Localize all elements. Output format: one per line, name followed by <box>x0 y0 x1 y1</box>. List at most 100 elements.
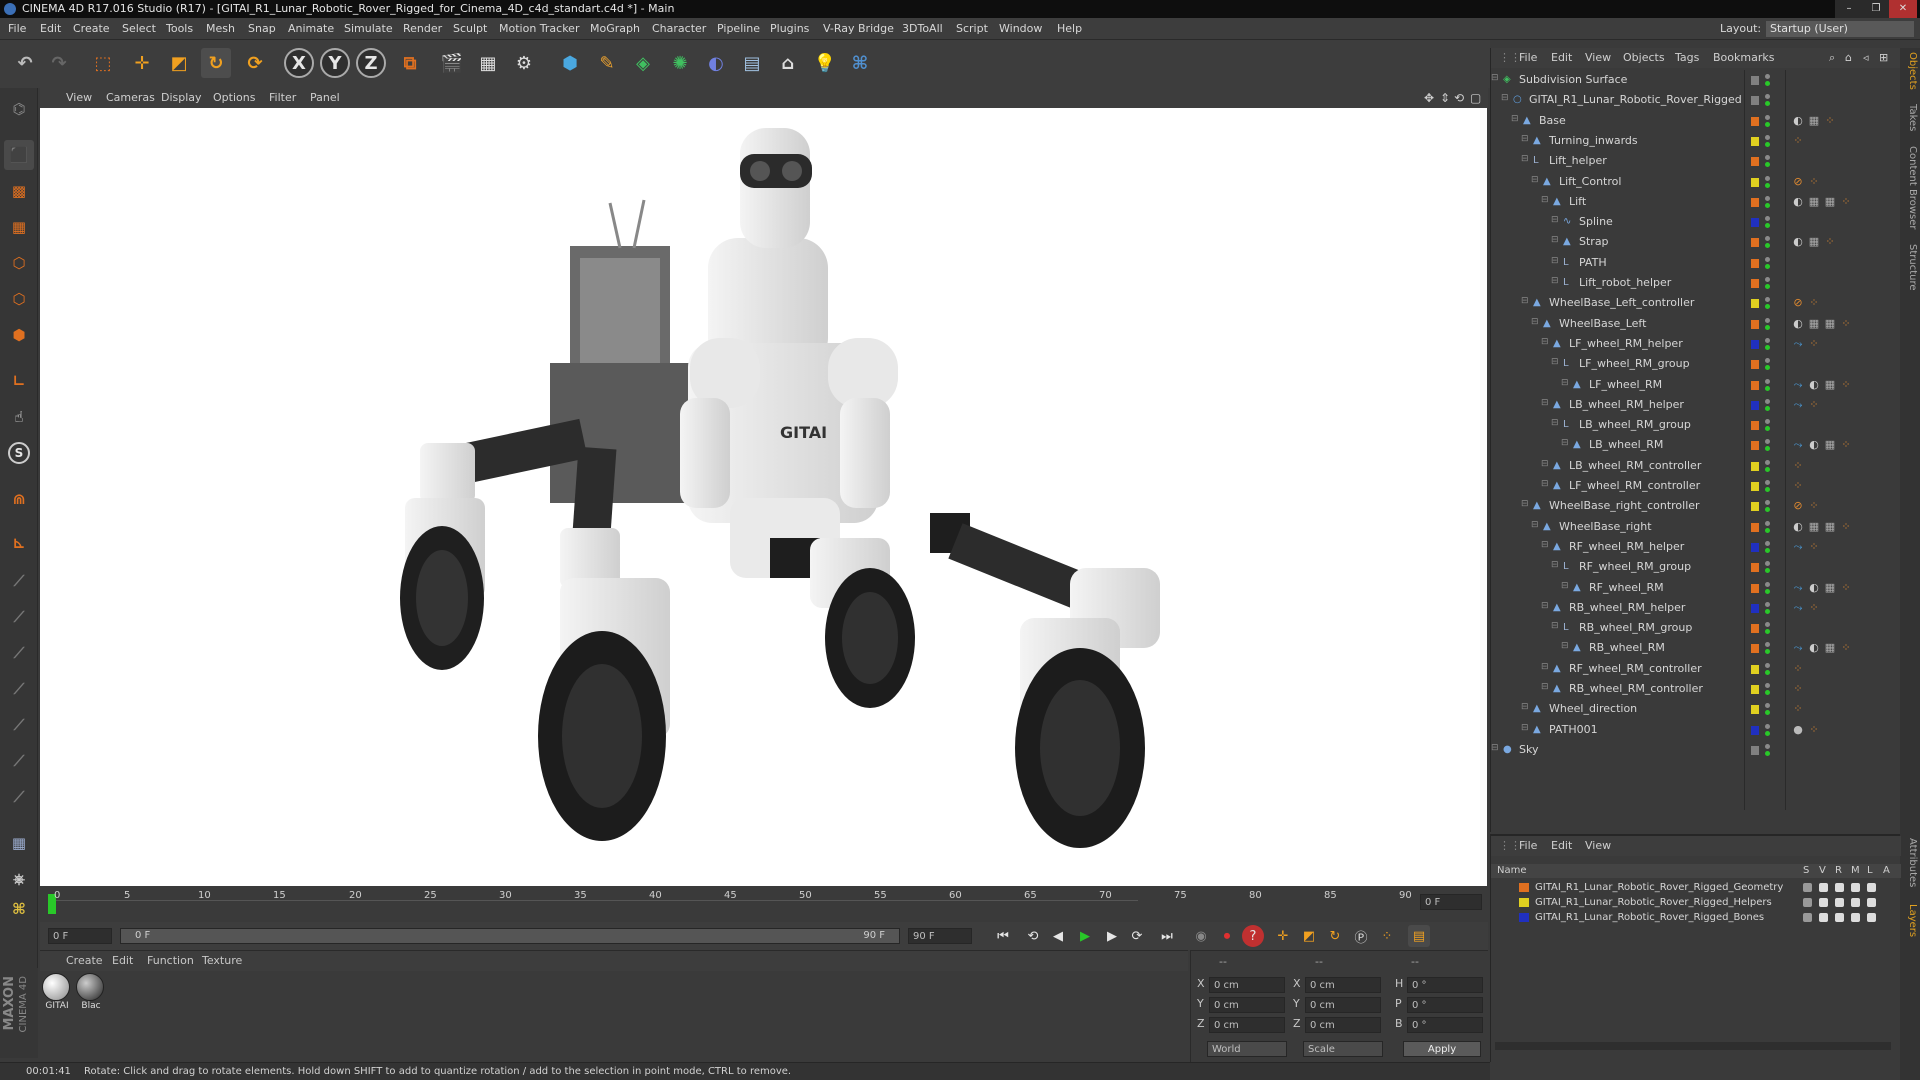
menu-edit[interactable]: Edit <box>40 18 61 40</box>
layer-locked-toggle[interactable] <box>1867 898 1876 907</box>
constraint-tag-icon[interactable]: ⊘ <box>1791 175 1805 189</box>
visibility-dots[interactable] <box>1765 601 1771 615</box>
menu-select[interactable]: Select <box>122 18 156 40</box>
visibility-dots[interactable] <box>1765 560 1771 574</box>
rot-p-field[interactable]: 0 ° <box>1407 997 1483 1013</box>
visibility-dots[interactable] <box>1765 337 1771 351</box>
camera-icon[interactable]: ⌂ <box>773 48 803 78</box>
brush-1-icon[interactable]: ⟋ <box>4 566 34 596</box>
expand-toggle-icon[interactable]: ⊟ <box>1511 114 1519 124</box>
python-icon[interactable]: ⌘ <box>845 48 875 78</box>
object-row[interactable]: ⊟ ▲ RB_wheel_RM ⤳ ◐ ▦ ⁘ <box>1491 638 1901 658</box>
key-position-icon[interactable]: ✛ <box>1272 925 1294 947</box>
expand-toggle-icon[interactable]: ⊟ <box>1561 438 1569 448</box>
object-row[interactable]: ⊟ L Lift_robot_helper <box>1491 273 1901 293</box>
visibility-dots[interactable] <box>1765 499 1771 513</box>
layer-color-swatch[interactable] <box>1519 883 1529 892</box>
size-mode-select[interactable]: Scale <box>1303 1041 1383 1057</box>
object-row[interactable]: ⊟ ▲ Lift_Control ⊘ ⁘ <box>1491 172 1901 192</box>
pos-y-field[interactable]: 0 cm <box>1209 997 1285 1013</box>
layer-color-swatch[interactable] <box>1751 279 1759 288</box>
object-row[interactable]: ⊟ L Lift_helper <box>1491 151 1901 171</box>
layer-locked-toggle[interactable] <box>1867 883 1876 892</box>
menu-character[interactable]: Character <box>652 18 706 40</box>
menu-sculpt[interactable]: Sculpt <box>453 18 487 40</box>
key-scale-icon[interactable]: ◩ <box>1298 925 1320 947</box>
polygons-mode-icon[interactable]: ⬢ <box>4 320 34 350</box>
object-name[interactable]: Lift_Control <box>1559 172 1621 192</box>
recent-tool-icon[interactable]: ⟳ <box>240 48 270 78</box>
visibility-dots[interactable] <box>1765 256 1771 270</box>
object-name[interactable]: LF_wheel_RM_controller <box>1569 476 1700 496</box>
dots-tag-icon[interactable]: ⁘ <box>1839 317 1853 331</box>
object-name[interactable]: LB_wheel_RM_controller <box>1569 456 1701 476</box>
dots-tag-icon[interactable]: ⁘ <box>1839 581 1853 595</box>
expand-toggle-icon[interactable]: ⊟ <box>1551 215 1559 225</box>
phong-tag-icon[interactable]: ◐ <box>1807 378 1821 392</box>
menu-vray-bridge[interactable]: V-Ray Bridge <box>823 18 894 40</box>
menu-snap[interactable]: Snap <box>248 18 276 40</box>
visibility-dots[interactable] <box>1765 378 1771 392</box>
object-name[interactable]: LB_wheel_RM <box>1589 435 1663 455</box>
snap-icon[interactable]: S <box>4 438 34 468</box>
expand-toggle-icon[interactable]: ⊟ <box>1561 378 1569 388</box>
python-console-icon[interactable]: ⌘ <box>4 894 34 924</box>
layer-menu-file[interactable]: File <box>1519 836 1537 856</box>
object-row[interactable]: ⊟ ▲ RB_wheel_RM_helper ⤳ ⁘ <box>1491 598 1901 618</box>
layer-color-swatch[interactable] <box>1751 624 1759 634</box>
magnet-icon[interactable]: ⋒ <box>4 484 34 514</box>
layer-color-swatch[interactable] <box>1751 421 1759 431</box>
new-panel-icon[interactable]: ⊞ <box>1879 48 1888 68</box>
menu-pipeline[interactable]: Pipeline <box>717 18 760 40</box>
tab-layers[interactable]: Layers <box>1902 904 1918 937</box>
apply-button[interactable]: Apply <box>1403 1041 1481 1057</box>
object-name[interactable]: LB_wheel_RM_helper <box>1569 395 1684 415</box>
tab-objects[interactable]: Objects <box>1902 52 1918 90</box>
object-row[interactable]: ⊟ ▲ RF_wheel_RM ⤳ ◐ ▦ ⁘ <box>1491 578 1901 598</box>
size-z-field[interactable]: 0 cm <box>1305 1017 1381 1033</box>
layer-color-swatch[interactable] <box>1751 299 1759 309</box>
expand-toggle-icon[interactable]: ⊟ <box>1521 723 1529 733</box>
dots-tag-icon[interactable]: ⁘ <box>1823 235 1837 249</box>
dots-tag-icon[interactable]: ⁘ <box>1839 438 1853 452</box>
material-menu-texture[interactable]: Texture <box>202 951 242 971</box>
checker-tag-icon[interactable]: ▦ <box>1823 641 1837 655</box>
visibility-dots[interactable] <box>1765 93 1771 107</box>
layer-render-toggle[interactable] <box>1835 883 1844 892</box>
phong-tag-icon[interactable]: ◐ <box>1807 438 1821 452</box>
layer-color-swatch[interactable] <box>1751 603 1759 613</box>
object-row[interactable]: ⊟ ∿ Spline <box>1491 212 1901 232</box>
current-frame-field[interactable]: 0 F <box>1420 894 1482 910</box>
menu-mesh[interactable]: Mesh <box>206 18 235 40</box>
menu-window[interactable]: Window <box>999 18 1042 40</box>
visibility-dots[interactable] <box>1765 438 1771 452</box>
object-name[interactable]: WheelBase_Left <box>1559 314 1646 334</box>
expand-toggle-icon[interactable]: ⊟ <box>1551 560 1559 570</box>
menu-mograph[interactable]: MoGraph <box>590 18 640 40</box>
layer-color-swatch[interactable] <box>1751 400 1759 410</box>
scale-icon[interactable]: ◩ <box>164 48 194 78</box>
visibility-dots[interactable] <box>1765 540 1771 554</box>
visibility-dots[interactable] <box>1765 195 1771 209</box>
maximize-button[interactable]: ❐ <box>1862 0 1890 18</box>
tab-takes[interactable]: Takes <box>1902 104 1918 131</box>
object-name[interactable]: WheelBase_right <box>1559 517 1652 537</box>
viewport-zoom-icon[interactable]: ⇕ <box>1440 88 1450 108</box>
next-frame-icon[interactable]: ▶ <box>1101 925 1123 947</box>
expand-toggle-icon[interactable]: ⊟ <box>1551 276 1559 286</box>
floor-icon[interactable]: ▤ <box>737 48 767 78</box>
dots-tag-icon[interactable]: ⁘ <box>1807 398 1821 412</box>
object-name[interactable]: RF_wheel_RM_group <box>1579 557 1691 577</box>
layer-name[interactable]: GITAI_R1_Lunar_Robotic_Rover_Rigged_Bone… <box>1535 910 1764 925</box>
layer-scrollbar[interactable] <box>1495 1042 1891 1050</box>
deformer-icon[interactable]: ◐ <box>701 48 731 78</box>
object-row[interactable]: ⊟ ▲ LB_wheel_RM_controller ⁘ <box>1491 456 1901 476</box>
layer-solo-toggle[interactable] <box>1803 913 1812 922</box>
layer-color-swatch[interactable] <box>1751 218 1759 228</box>
layer-color-swatch[interactable] <box>1519 913 1529 922</box>
x-axis-icon[interactable]: X <box>284 48 314 78</box>
constraint-tag-icon[interactable]: ⊘ <box>1791 296 1805 310</box>
object-row[interactable]: ⊟ L RB_wheel_RM_group <box>1491 618 1901 638</box>
layer-manager-toggle[interactable] <box>1851 913 1860 922</box>
layer-solo-toggle[interactable] <box>1803 883 1812 892</box>
